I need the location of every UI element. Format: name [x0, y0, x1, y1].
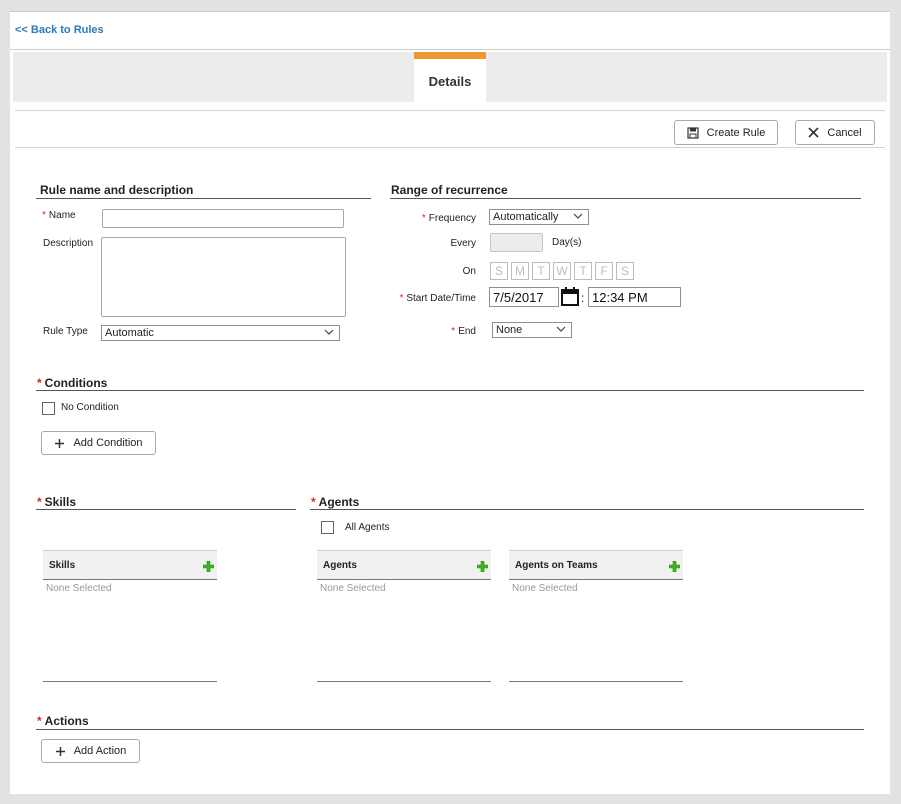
agents-title: * Agents [311, 495, 360, 509]
all-agents-checkbox[interactable] [321, 521, 334, 534]
chevron-down-icon [556, 324, 566, 337]
name-input[interactable] [102, 209, 344, 228]
plus-icon [54, 438, 65, 449]
skills-list-bottom [43, 681, 217, 682]
chevron-down-icon [573, 211, 583, 224]
required-marker: * [42, 210, 46, 221]
cancel-button[interactable]: Cancel [795, 120, 875, 145]
description-label: Description [43, 238, 94, 249]
toolbar-divider [15, 147, 885, 148]
rule-type-value: Automatic [105, 327, 154, 339]
day-wednesday: W [553, 262, 571, 280]
day-sunday: S [490, 262, 508, 280]
day-tuesday: T [532, 262, 550, 280]
description-textarea[interactable] [101, 237, 346, 317]
every-input [490, 233, 543, 252]
name-label: * Name [42, 210, 76, 221]
cancel-label: Cancel [827, 126, 862, 139]
every-unit-label: Day(s) [552, 237, 582, 248]
day-saturday: S [616, 262, 634, 280]
day-friday: F [595, 262, 613, 280]
close-icon [808, 127, 819, 138]
rule-section-rule [36, 198, 371, 199]
all-agents-label: All Agents [345, 522, 390, 533]
every-label: Every [450, 238, 476, 249]
conditions-rule [36, 390, 864, 391]
end-label: * End [451, 326, 476, 337]
frequency-select[interactable]: Automatically [489, 209, 589, 225]
rule-type-select[interactable]: Automatic [101, 325, 340, 341]
conditions-title: * Conditions [37, 376, 108, 390]
create-rule-label: Create Rule [706, 126, 766, 139]
agents-list-bottom [317, 681, 491, 682]
day-thursday: T [574, 262, 592, 280]
rule-editor-panel: << Back to Rules Details Create Rule Can… [10, 11, 890, 794]
start-time-input[interactable]: 12:34 PM [588, 287, 681, 307]
on-label: On [462, 266, 476, 277]
no-condition-checkbox[interactable] [42, 402, 55, 415]
agents-on-teams-list-bottom [509, 681, 683, 682]
tab-details[interactable]: Details [414, 52, 486, 102]
agents-empty-text: None Selected [320, 583, 386, 594]
no-condition-label: No Condition [61, 402, 119, 413]
skills-rule [36, 509, 296, 510]
back-to-rules-link[interactable]: << Back to Rules [15, 24, 104, 36]
recurrence-section-rule [390, 198, 861, 199]
start-date-input[interactable]: 7/5/2017 [489, 287, 559, 307]
skills-empty-text: None Selected [46, 583, 112, 594]
add-team-icon[interactable] [668, 560, 681, 575]
agents-list-header: Agents [317, 550, 491, 580]
actions-rule [36, 729, 864, 730]
tab-divider [15, 110, 885, 111]
time-separator: : [581, 291, 585, 305]
chevron-down-icon [324, 327, 334, 340]
calendar-icon[interactable] [561, 286, 579, 309]
day-monday: M [511, 262, 529, 280]
skills-list-header: Skills [43, 550, 217, 580]
plus-icon [55, 746, 66, 757]
end-value: None [496, 324, 523, 336]
save-icon [687, 126, 699, 139]
skills-title: * Skills [37, 495, 77, 509]
agents-on-teams-empty-text: None Selected [512, 583, 578, 594]
add-agent-icon[interactable] [476, 560, 489, 575]
frequency-label: * Frequency [421, 213, 476, 224]
rule-section-title: Rule name and description [40, 183, 194, 197]
start-datetime-label: * Start Date/Time [399, 293, 476, 304]
add-action-button[interactable]: Add Action [41, 739, 140, 763]
agents-on-teams-list-header: Agents on Teams [509, 550, 683, 580]
agents-rule [310, 509, 864, 510]
actions-title: * Actions [37, 714, 89, 728]
recurrence-section-title: Range of recurrence [391, 183, 508, 197]
header-divider [10, 49, 890, 50]
end-select[interactable]: None [492, 322, 572, 338]
weekday-picker: S M T W T F S [490, 262, 637, 280]
add-skill-icon[interactable] [202, 560, 215, 575]
add-condition-button[interactable]: Add Condition [41, 431, 156, 455]
create-rule-button[interactable]: Create Rule [674, 120, 778, 145]
rule-type-label: Rule Type [43, 326, 88, 337]
frequency-value: Automatically [493, 211, 559, 223]
